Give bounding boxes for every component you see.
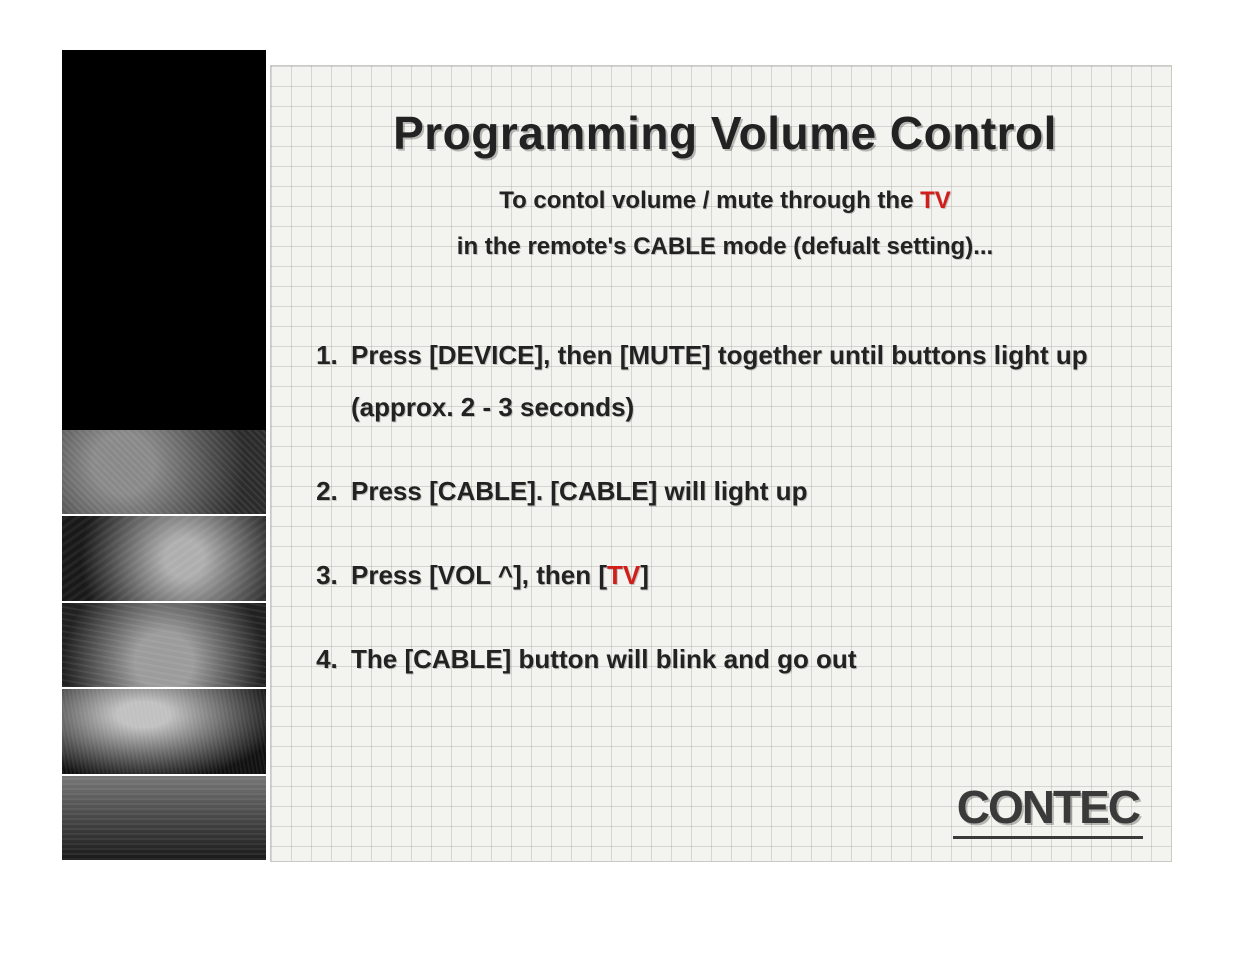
contec-logo: CONTEC [953,780,1143,839]
slide-frame: Programming Volume Control To contol vol… [0,0,1235,954]
step-1-text: Press [DEVICE], then [MUTE] together unt… [351,340,1088,422]
step-3-pre: Press [VOL ^], then [ [351,560,607,590]
sidebar-photo-2 [62,514,266,600]
step-3-post: ] [640,560,649,590]
sidebar-black-column [62,50,266,860]
content-inner: Programming Volume Control To contol vol… [309,106,1141,841]
steps-list: Press [DEVICE], then [MUTE] together unt… [309,329,1141,685]
sidebar-photo-4 [62,687,266,773]
step-3: Press [VOL ^], then [TV] [345,549,1141,601]
step-2: Press [CABLE]. [CABLE] will light up [345,465,1141,517]
slide-title: Programming Volume Control [309,106,1141,160]
sidebar-image-strip [62,430,266,860]
step-2-text: Press [CABLE]. [CABLE] will light up [351,476,807,506]
subtitle-line1-emphasis: TV [920,187,951,214]
slide-subtitle: To contol volume / mute through the TV i… [309,178,1141,269]
subtitle-line1-pre: To contol volume / mute through the [499,187,920,214]
step-3-emphasis: TV [607,560,640,590]
subtitle-line2: in the remote's CABLE mode (defualt sett… [457,233,993,260]
content-area: Programming Volume Control To contol vol… [270,65,1172,862]
step-4-text: The [CABLE] button will blink and go out [351,644,856,674]
sidebar-photo-1 [62,430,266,514]
sidebar-photo-5 [62,774,266,860]
contec-logo-text: CONTEC [957,781,1139,833]
step-4: The [CABLE] button will blink and go out [345,633,1141,685]
step-1: Press [DEVICE], then [MUTE] together unt… [345,329,1141,433]
sidebar-photo-3 [62,601,266,687]
